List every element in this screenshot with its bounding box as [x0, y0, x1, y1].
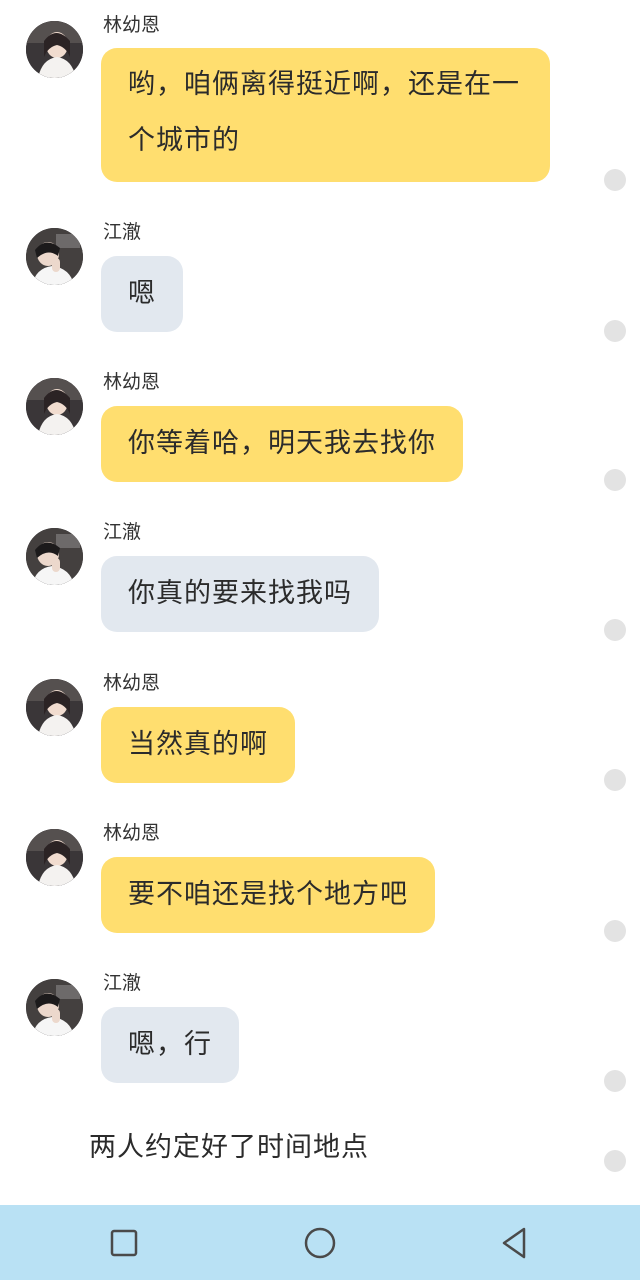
recents-square-icon[interactable]: [100, 1219, 148, 1267]
system-navigation-bar: [0, 1205, 640, 1280]
home-circle-icon[interactable]: [296, 1219, 344, 1267]
message-bubble[interactable]: 嗯，行: [101, 1007, 239, 1083]
sender-name: 林幼恩: [103, 822, 161, 844]
message-bubble[interactable]: 哟，咱俩离得挺近啊，还是在一个城市的: [101, 48, 550, 182]
message-indicator-dot: [604, 920, 626, 942]
sender-name: 江澈: [103, 521, 142, 543]
message-bubble[interactable]: 要不咱还是找个地方吧: [101, 857, 435, 933]
message-bubble[interactable]: 你等着哈，明天我去找你: [101, 406, 463, 482]
avatar-lin[interactable]: [26, 21, 83, 78]
sender-name: 江澈: [103, 221, 142, 243]
avatar-lin[interactable]: [26, 378, 83, 435]
message-bubble[interactable]: 当然真的啊: [101, 707, 295, 783]
message-bubble[interactable]: 你真的要来找我吗: [101, 556, 379, 632]
avatar-jiang[interactable]: [26, 979, 83, 1036]
back-triangle-icon[interactable]: [490, 1219, 538, 1267]
message-list[interactable]: 林幼恩 哟，咱俩离得挺近啊，还是在一个城市的 江澈 嗯 林幼恩 你等着哈，明天我…: [0, 0, 640, 1205]
message-indicator-dot: [604, 169, 626, 191]
message-indicator-dot: [604, 619, 626, 641]
message-indicator-dot: [604, 1150, 626, 1172]
message-indicator-dot: [604, 320, 626, 342]
message-indicator-dot: [604, 469, 626, 491]
sender-name: 林幼恩: [103, 672, 161, 694]
message-indicator-dot: [604, 769, 626, 791]
sender-name: 林幼恩: [103, 14, 161, 36]
message-indicator-dot: [604, 1070, 626, 1092]
avatar-lin[interactable]: [26, 679, 83, 736]
message-bubble[interactable]: 嗯: [101, 256, 183, 332]
avatar-jiang[interactable]: [26, 228, 83, 285]
chat-story-screen: 林幼恩 哟，咱俩离得挺近啊，还是在一个城市的 江澈 嗯 林幼恩 你等着哈，明天我…: [0, 0, 640, 1280]
avatar-jiang[interactable]: [26, 528, 83, 585]
sender-name: 林幼恩: [103, 371, 161, 393]
sender-name: 江澈: [103, 972, 142, 994]
avatar-lin[interactable]: [26, 829, 83, 886]
narration-text: 两人约定好了时间地点: [89, 1132, 369, 1163]
